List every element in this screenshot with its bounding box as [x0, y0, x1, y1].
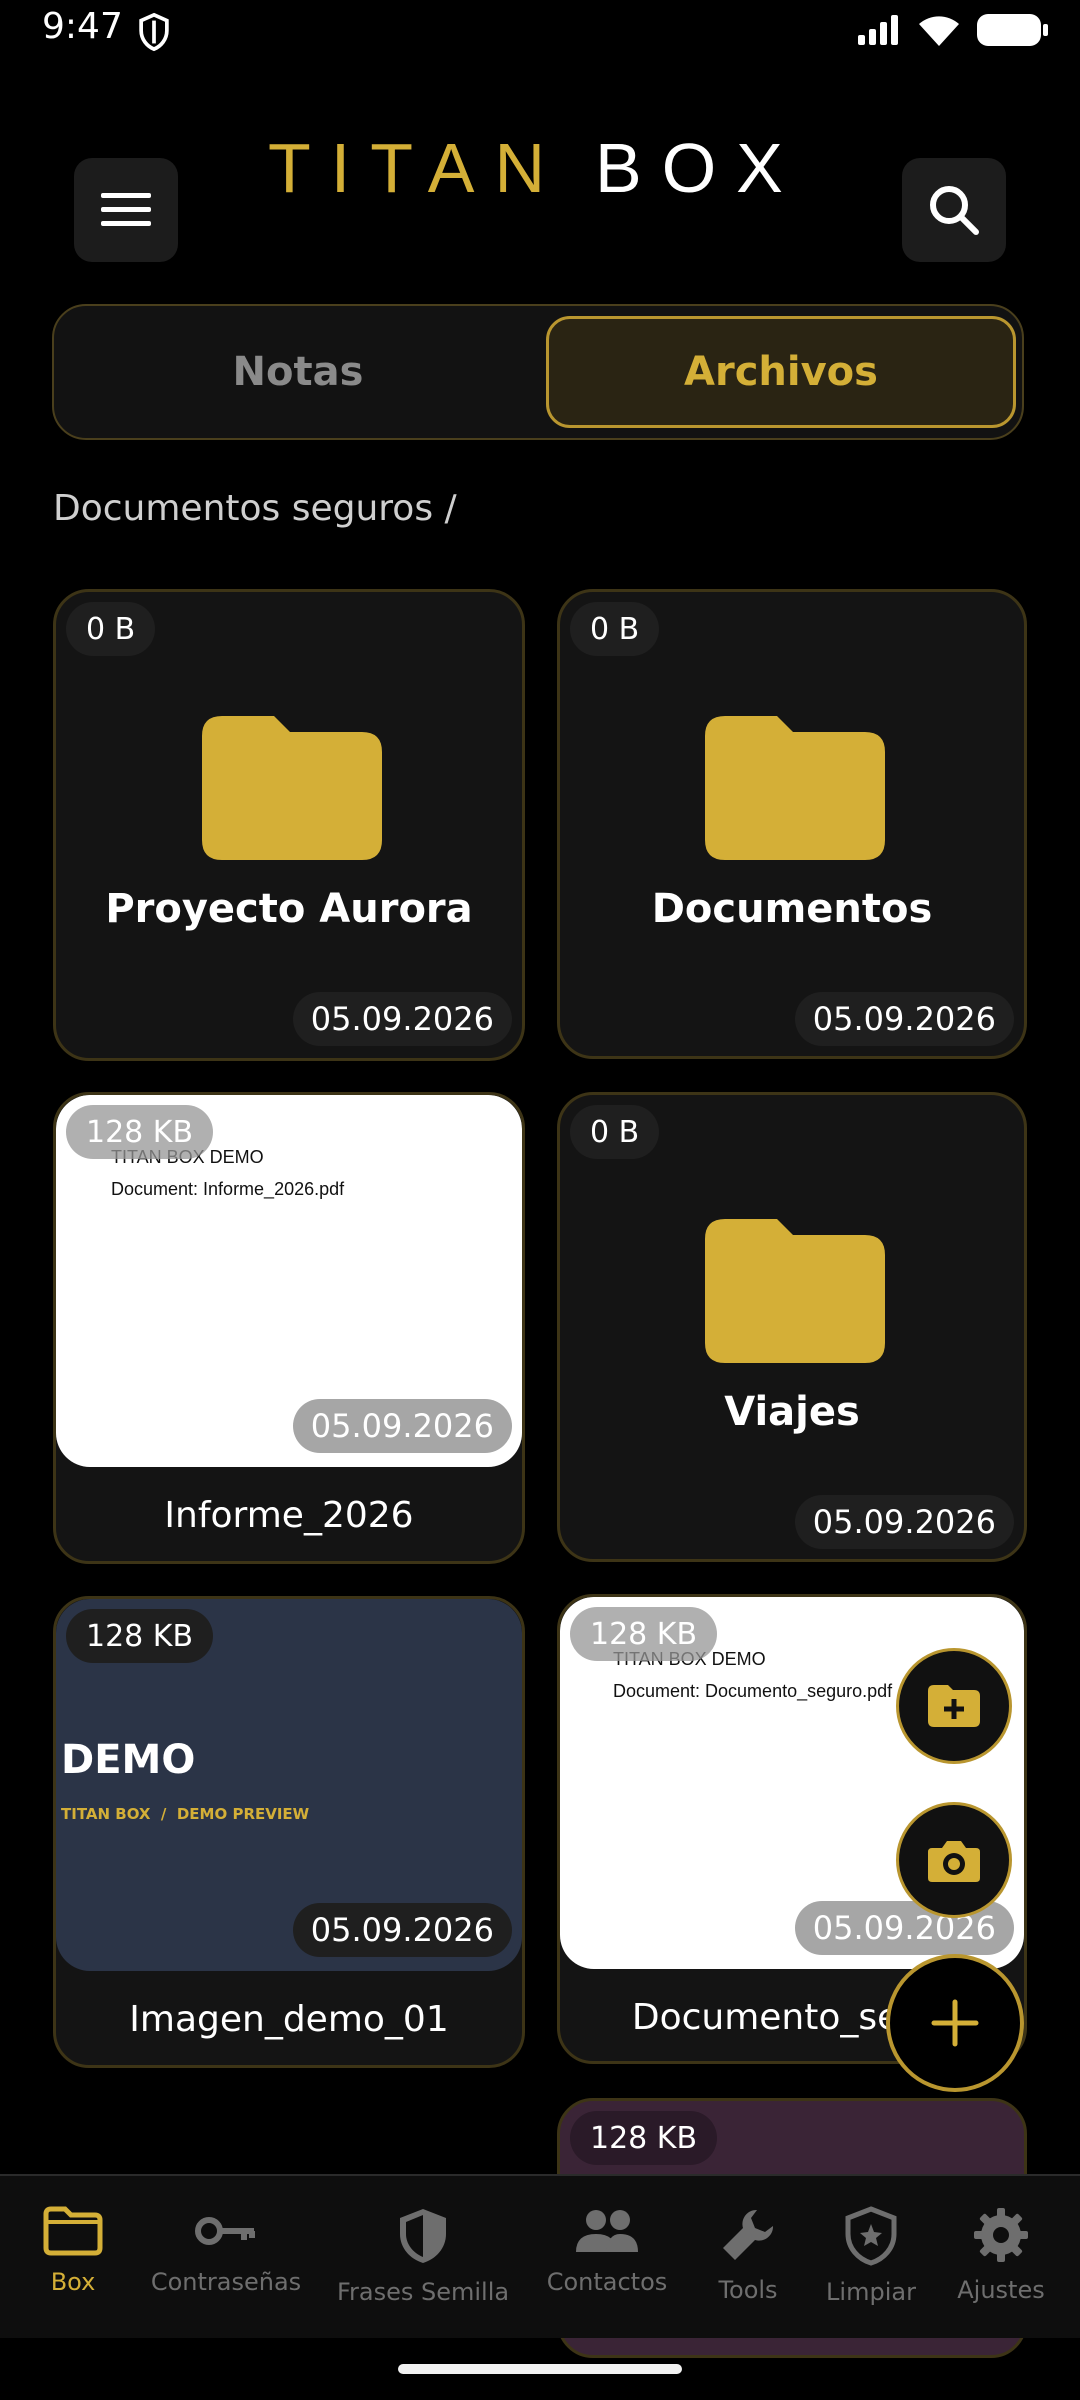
nav-label: Tools — [718, 2276, 778, 2304]
nav-item-frases-semilla[interactable]: Frases Semilla — [333, 2206, 513, 2306]
image-card[interactable]: DEMO TITAN BOX / DEMO PREVIEW 128 KB 05.… — [53, 1596, 525, 2068]
size-badge: 0 B — [570, 602, 660, 656]
folder-card[interactable]: 0 B Viajes 05.09.2026 — [557, 1092, 1027, 1562]
logo-part-titan: TITAN — [268, 129, 566, 207]
folder-card[interactable]: 0 B Proyecto Aurora 05.09.2026 — [53, 589, 525, 1061]
menu-button[interactable] — [74, 158, 178, 262]
tab-notas[interactable]: Notas — [64, 316, 532, 428]
date-badge: 05.09.2026 — [794, 992, 1014, 1046]
size-badge: 128 KB — [570, 1607, 718, 1661]
bottom-nav: Box Contraseñas Frases Semilla Contactos… — [0, 2174, 1080, 2338]
nav-item-ajustes[interactable]: Ajustes — [911, 2206, 1080, 2304]
camera-button[interactable] — [896, 1802, 1012, 1918]
date-badge: 05.09.2026 — [292, 1903, 512, 1957]
nav-label: Ajustes — [957, 2276, 1045, 2304]
preview-title: DEMO — [61, 1737, 196, 1783]
add-button[interactable] — [886, 1954, 1024, 2092]
size-badge: 128 KB — [66, 1609, 214, 1663]
logo-part-box: BOX — [595, 129, 803, 207]
size-badge: 128 KB — [66, 1105, 214, 1159]
battery-icon — [977, 14, 1048, 46]
new-folder-button[interactable] — [896, 1648, 1012, 1764]
status-time: 9:47 — [42, 6, 123, 47]
date-badge: 05.09.2026 — [794, 1495, 1014, 1549]
nav-label: Contraseñas — [150, 2268, 302, 2296]
shield-star-icon — [845, 2206, 897, 2266]
size-badge: 0 B — [66, 602, 156, 656]
size-badge: 0 B — [570, 1105, 660, 1159]
segmented-tabs: Notas Archivos — [52, 304, 1024, 440]
preview-subtitle: TITAN BOX / DEMO PREVIEW — [61, 1805, 310, 1823]
shield-half-icon — [400, 2209, 446, 2263]
status-icons — [856, 12, 1050, 48]
size-badge: 128 KB — [570, 2111, 718, 2165]
date-badge: 05.09.2026 — [292, 992, 512, 1046]
home-indicator — [398, 2364, 682, 2374]
folder-icon — [43, 2206, 103, 2256]
people-icon — [576, 2210, 638, 2252]
folder-plus-icon — [928, 1685, 980, 1727]
key-icon — [195, 2217, 255, 2245]
plus-icon — [931, 1999, 979, 2047]
file-name: Imagen_demo_01 — [129, 1999, 449, 2040]
wrench-icon — [723, 2209, 774, 2260]
folder-name: Viajes — [724, 1389, 860, 1435]
app-logo: TITAN BOX — [268, 128, 803, 208]
search-button[interactable] — [902, 158, 1006, 262]
folder-icon — [705, 1219, 885, 1363]
preview-line: Document: Documento_seguro.pdf — [613, 1681, 893, 1701]
camera-icon — [928, 1841, 980, 1882]
folder-card[interactable]: 0 B Documentos 05.09.2026 — [557, 589, 1027, 1059]
folder-name: Proyecto Aurora — [105, 886, 473, 932]
signal-icon — [858, 15, 898, 45]
tab-archivos[interactable]: Archivos — [546, 316, 1016, 428]
wifi-icon — [919, 16, 959, 46]
shield-status-icon — [139, 12, 169, 52]
breadcrumb: Documentos seguros / — [53, 488, 457, 529]
date-badge: 05.09.2026 — [292, 1399, 512, 1453]
folder-icon — [705, 716, 885, 860]
nav-label: Limpiar — [826, 2278, 916, 2306]
gear-icon — [974, 2208, 1028, 2262]
nav-item-contrasenas[interactable]: Contraseñas — [136, 2206, 316, 2296]
nav-label: Frases Semilla — [336, 2278, 510, 2306]
folder-icon — [202, 716, 382, 860]
folder-name: Documentos — [651, 886, 933, 932]
nav-label: Box — [50, 2268, 96, 2296]
search-icon — [930, 186, 979, 235]
file-card[interactable]: TITAN BOX DEMO Document: Informe_2026.pd… — [53, 1092, 525, 1564]
file-name: Informe_2026 — [164, 1495, 414, 1536]
hamburger-icon — [101, 193, 151, 226]
nav-label: Contactos — [546, 2268, 668, 2296]
preview-line: Document: Informe_2026.pdf — [111, 1179, 345, 1199]
